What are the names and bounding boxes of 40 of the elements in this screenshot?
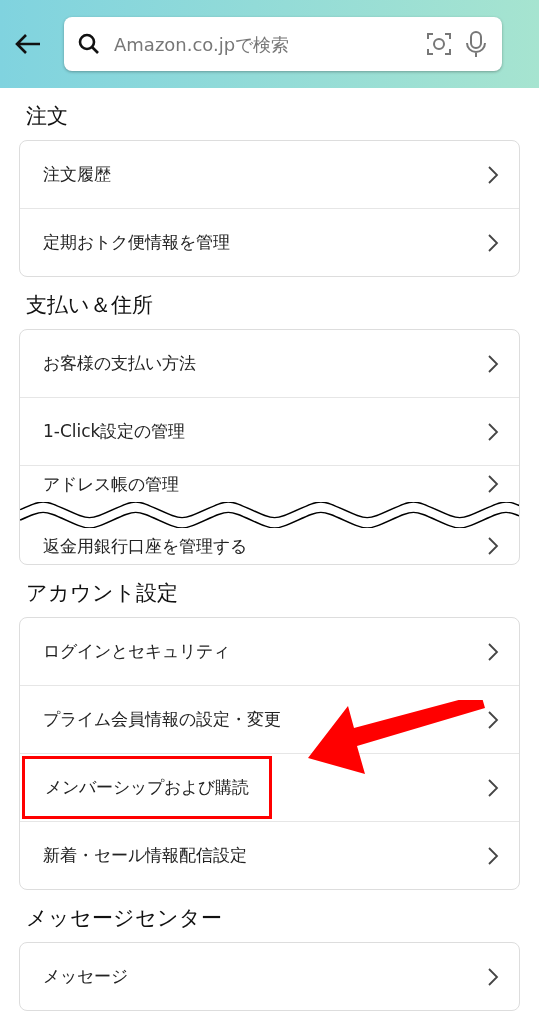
highlighted-label: メンバーシップおよび購読 bbox=[22, 756, 272, 819]
menu-item-label: 定期おトク便情報を管理 bbox=[43, 231, 230, 254]
chevron-right-icon bbox=[487, 966, 499, 987]
menu-item[interactable]: メッセージ bbox=[20, 943, 519, 1010]
chevron-right-icon bbox=[487, 164, 499, 185]
section-heading: メッセージセンター bbox=[25, 905, 223, 932]
menu-item[interactable]: 注文履歴 bbox=[20, 141, 519, 208]
chevron-right-icon bbox=[487, 845, 499, 866]
section-heading: 注文 bbox=[25, 103, 69, 130]
menu-item-label: 1-Click設定の管理 bbox=[43, 420, 186, 443]
menu-item[interactable]: 新着・セール情報配信設定 bbox=[20, 821, 519, 889]
chevron-right-icon bbox=[487, 709, 499, 730]
search-bar[interactable]: Amazon.co.jpで検索 bbox=[64, 17, 502, 71]
chevron-right-icon bbox=[487, 232, 499, 253]
menu-item-label: メッセージ bbox=[43, 965, 128, 988]
chevron-right-icon bbox=[487, 641, 499, 662]
back-arrow-icon[interactable] bbox=[14, 33, 42, 55]
menu-item-label: アドレス帳の管理 bbox=[43, 472, 179, 496]
chevron-right-icon bbox=[487, 777, 499, 798]
menu-item[interactable]: アドレス帳の管理 bbox=[20, 465, 519, 502]
menu-item-label: 返金用銀行口座を管理する bbox=[43, 534, 247, 558]
menu-item[interactable]: ログインとセキュリティ bbox=[20, 618, 519, 685]
menu-item[interactable]: 1-Click設定の管理 bbox=[20, 397, 519, 465]
microphone-icon[interactable] bbox=[464, 30, 488, 58]
menu-item[interactable]: お客様の支払い方法 bbox=[20, 330, 519, 397]
chevron-right-icon bbox=[487, 536, 499, 556]
menu-item-label: お客様の支払い方法 bbox=[43, 352, 196, 375]
section-heading: 支払い＆住所 bbox=[25, 292, 154, 319]
menu-item-label: プライム会員情報の設定・変更 bbox=[43, 708, 281, 731]
chevron-right-icon bbox=[487, 421, 499, 442]
menu-item-label: 新着・セール情報配信設定 bbox=[43, 844, 247, 867]
menu-item[interactable]: 返金用銀行口座を管理する bbox=[20, 528, 519, 564]
menu-item[interactable]: 定期おトク便情報を管理 bbox=[20, 208, 519, 276]
chevron-right-icon bbox=[487, 353, 499, 374]
section-heading: アカウント設定 bbox=[25, 580, 179, 607]
chevron-right-icon bbox=[487, 474, 499, 494]
camera-scan-icon[interactable] bbox=[426, 31, 452, 57]
menu-item-label: ログインとセキュリティ bbox=[43, 640, 230, 663]
menu-item-label: 注文履歴 bbox=[43, 163, 111, 186]
search-icon bbox=[78, 33, 100, 55]
